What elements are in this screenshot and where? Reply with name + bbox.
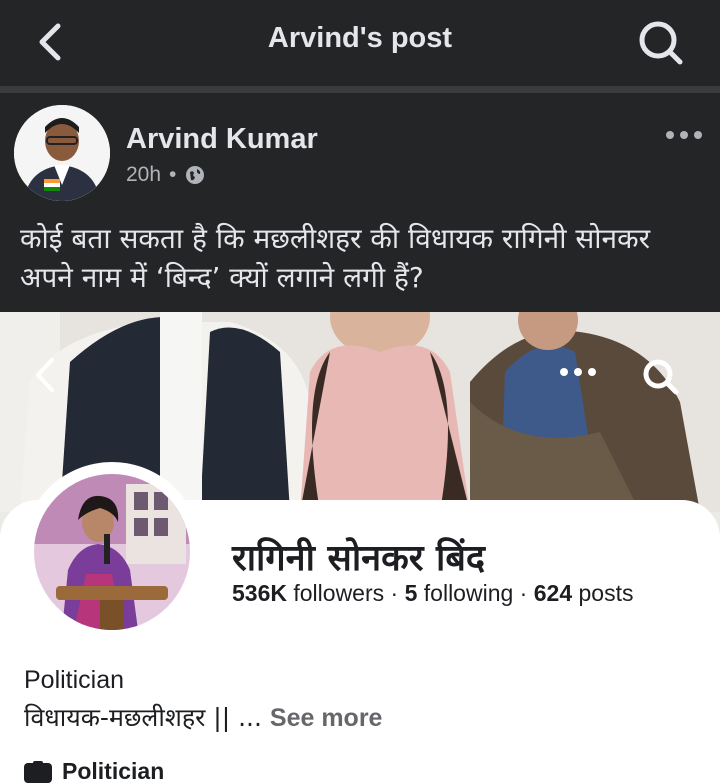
- search-icon: [639, 21, 683, 65]
- author-name[interactable]: Arvind Kumar: [126, 123, 318, 156]
- post-header: Arvind Kumar 20h •: [0, 93, 720, 205]
- followers-label: followers: [293, 580, 385, 606]
- post-time[interactable]: 20h: [126, 163, 161, 187]
- profile-picture[interactable]: [34, 474, 190, 630]
- see-more-link: See more: [269, 704, 383, 732]
- profile-bio: विधायक-मछलीशहर || ... See more: [24, 700, 382, 734]
- more-options-button[interactable]: [662, 125, 706, 145]
- posts-label: posts: [578, 580, 634, 606]
- image-search-button[interactable]: [640, 356, 682, 396]
- bio-text: विधायक-मछलीशहर || ...: [24, 703, 262, 732]
- search-button[interactable]: [636, 18, 686, 66]
- top-bar: Arvind's post: [0, 0, 720, 86]
- profile-tag: Politician: [24, 758, 164, 784]
- search-icon: [643, 359, 679, 395]
- image-more-button[interactable]: [556, 364, 600, 380]
- profile-tag-label: Politician: [62, 758, 165, 784]
- chevron-left-icon: [36, 358, 54, 392]
- category-tag-icon: [24, 760, 52, 783]
- stats-dot: ·: [390, 580, 399, 606]
- ellipsis-icon: [560, 368, 596, 376]
- post-text: कोई बता सकता है कि मछलीशहर की विधायक राग…: [20, 222, 651, 294]
- header-divider: [0, 86, 720, 93]
- avatar[interactable]: [14, 105, 110, 201]
- profile-name: रागिनी सोनकर बिंद: [232, 538, 486, 579]
- globe-icon: [186, 166, 205, 184]
- following-count: 5: [404, 580, 418, 606]
- profile-category: Politician: [24, 666, 125, 694]
- profile-stats: 536K followers · 5 following · 624 posts: [232, 580, 633, 607]
- page-title: Arvind's post: [267, 22, 453, 54]
- followers-count: 536K: [232, 580, 287, 606]
- image-back-button[interactable]: [30, 354, 60, 396]
- ellipsis-icon: [666, 131, 702, 139]
- post-image[interactable]: रागिनी सोनकर बिंद 536K followers · 5 fol…: [0, 312, 720, 784]
- following-label: following: [423, 580, 514, 606]
- post-meta: 20h •: [126, 163, 206, 187]
- meta-separator: •: [169, 163, 177, 186]
- posts-count: 624: [533, 580, 573, 606]
- stats-dot: ·: [519, 580, 528, 606]
